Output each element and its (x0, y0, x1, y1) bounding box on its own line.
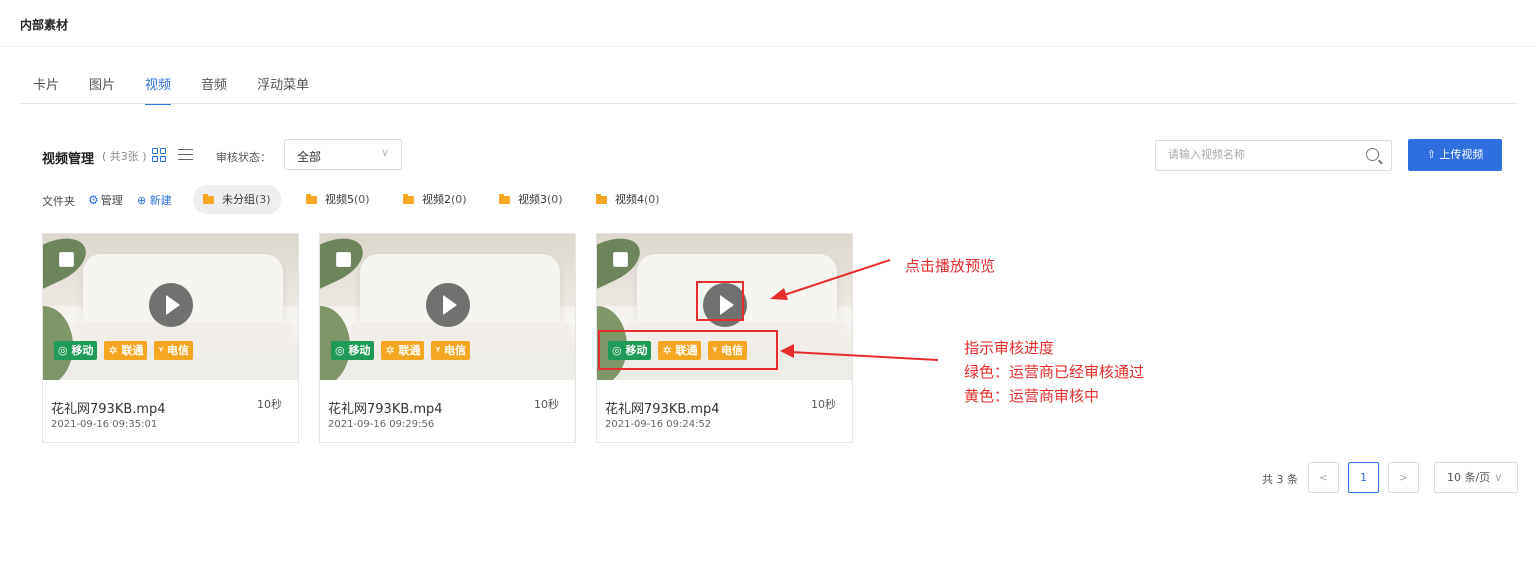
next-page-button[interactable]: > (1388, 462, 1419, 493)
annotation-play-note: 点击播放预览 (905, 257, 996, 275)
chevron-down-icon: ∨ (1494, 471, 1503, 484)
pagination-total: 共 3 条 (1262, 473, 1298, 486)
page-1-button[interactable]: 1 (1348, 462, 1379, 493)
annotation-progress-note: 指示审核进度 绿色：运营商已经审核通过 黄色：运营商审核中 (964, 339, 1145, 405)
page-size-select[interactable]: 10 条/页 ∨ (1434, 462, 1518, 493)
pagination: 共 3 条 < 1 > 10 条/页 ∨ (1262, 462, 1518, 493)
prev-page-button[interactable]: < (1308, 462, 1339, 493)
annotation-arrows (770, 259, 939, 361)
